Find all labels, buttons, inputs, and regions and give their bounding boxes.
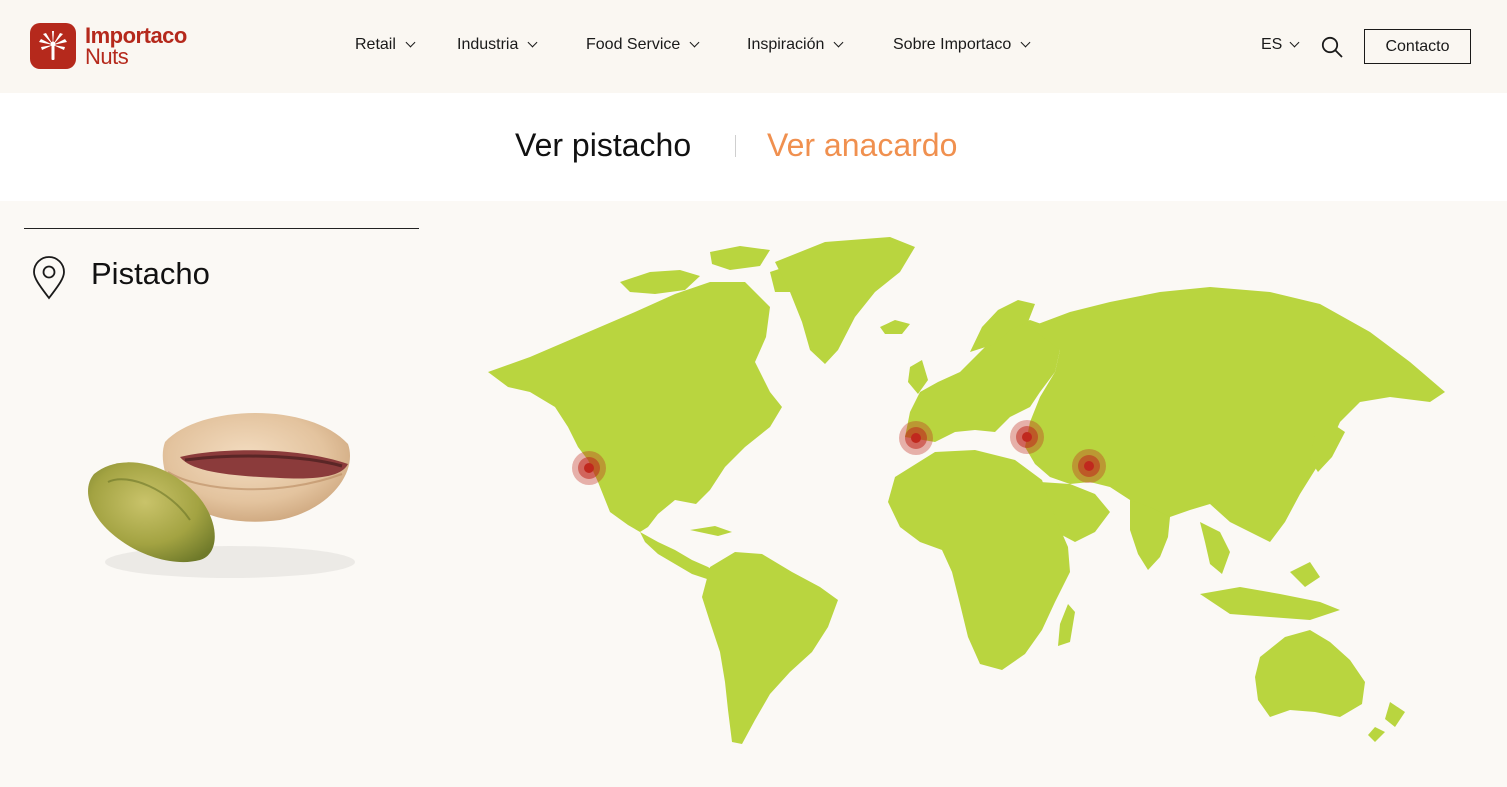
chevron-down-icon (689, 37, 700, 48)
language-selector[interactable]: ES (1261, 36, 1300, 54)
product-tabs: Ver pistacho Ver anacardo (0, 93, 1507, 201)
nav-item-food-service[interactable]: Food Service (586, 36, 700, 54)
chevron-down-icon (833, 37, 844, 48)
nav-item-retail[interactable]: Retail (355, 36, 416, 54)
chevron-down-icon (1020, 37, 1031, 48)
brand-line-2: Nuts (85, 44, 129, 69)
site-header: Importaco Nuts Retail Industria Food Ser… (0, 0, 1507, 93)
nav-item-inspiracion[interactable]: Inspiración (747, 36, 844, 54)
location-pin-icon (30, 256, 68, 300)
nav-label: Sobre Importaco (893, 36, 1012, 53)
iran-marker[interactable] (1072, 449, 1106, 483)
spain-marker[interactable] (899, 421, 933, 455)
language-label: ES (1261, 36, 1283, 53)
search-icon[interactable] (1321, 36, 1343, 58)
brand-name: Importaco Nuts (85, 25, 187, 69)
brand-logo[interactable]: Importaco Nuts (30, 23, 187, 69)
product-title: Pistacho (91, 256, 210, 291)
world-map (470, 232, 1460, 757)
chevron-down-icon (1289, 37, 1300, 48)
nav-item-sobre-importaco[interactable]: Sobre Importaco (893, 36, 1031, 54)
nav-label: Food Service (586, 36, 681, 53)
chevron-down-icon (405, 37, 416, 48)
nav-label: Inspiración (747, 36, 825, 53)
tab-anacardo[interactable]: Ver anacardo (767, 127, 957, 164)
nav-label: Retail (355, 36, 396, 53)
tab-pistacho[interactable]: Ver pistacho (515, 127, 691, 164)
panel-divider (24, 228, 419, 229)
chevron-down-icon (527, 37, 538, 48)
palm-logo-icon (30, 23, 76, 69)
pistachio-image (80, 402, 380, 587)
turkey-marker[interactable] (1010, 420, 1044, 454)
nav-label: Industria (457, 36, 519, 53)
contact-button[interactable]: Contacto (1364, 29, 1471, 64)
nav-item-industria[interactable]: Industria (457, 36, 538, 54)
california-marker[interactable] (572, 451, 606, 485)
tab-divider (735, 135, 736, 157)
